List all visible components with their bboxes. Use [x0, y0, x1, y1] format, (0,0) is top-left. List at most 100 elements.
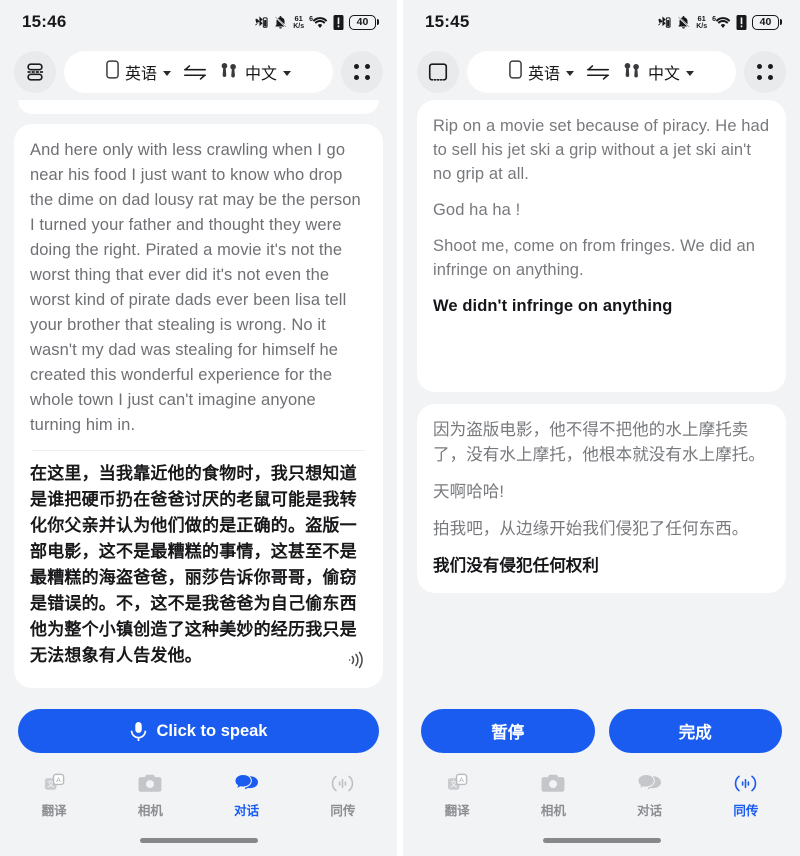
action-bar-right: 暂停 完成: [403, 703, 800, 763]
translation-paragraph: 天啊哈哈!: [433, 483, 505, 501]
target-language-selector[interactable]: 中文: [622, 60, 695, 84]
nav-item-conversation[interactable]: 对话: [602, 771, 698, 819]
status-icon-group: 61 K/s 6 40: [656, 14, 782, 30]
home-indicator-area-left: [0, 825, 397, 856]
earbuds-icon: [219, 61, 239, 83]
interpretation-content-right[interactable]: Rip on a movie set because of piracy. He…: [403, 100, 800, 703]
mute-bell-icon: [273, 15, 288, 30]
battery-level-label: 40: [349, 14, 376, 30]
card-divider: [32, 450, 365, 451]
nav-item-camera[interactable]: 相机: [505, 771, 601, 819]
nav-label-camera: 相机: [137, 804, 163, 818]
transcript-paragraph: Shoot me, come on from fringes. We did a…: [433, 237, 756, 279]
nav-item-translate[interactable]: 文 A 翻译: [6, 771, 102, 819]
nav-label-simultaneous: 同传: [330, 804, 356, 818]
conversation-content-left[interactable]: And here only with less crawling when I …: [0, 100, 397, 703]
translated-transcript-card[interactable]: 因为盗版电影，他不得不把他的水上摩托卖了，没有水上摩托，他根本就没有水上摩托。 …: [417, 404, 786, 593]
split-view-icon[interactable]: [14, 51, 56, 93]
source-transcript-card[interactable]: Rip on a movie set because of piracy. He…: [417, 100, 786, 392]
network-speed-indicator: 61 K/s: [696, 14, 708, 30]
source-language-selector[interactable]: 英语: [106, 60, 171, 84]
click-to-speak-label: Click to speak: [156, 721, 268, 740]
more-options-button[interactable]: [744, 51, 786, 93]
translation-paragraph-active: 我们没有侵犯任何权利: [433, 557, 599, 575]
svg-text:A: A: [56, 777, 61, 784]
battery-level-label: 40: [752, 14, 779, 30]
bluetooth-battery-icon: [656, 15, 671, 30]
translate-icon: 文 A: [446, 771, 469, 795]
nav-label-simultaneous: 同传: [733, 804, 759, 818]
click-to-speak-button[interactable]: Click to speak: [18, 709, 379, 753]
language-selector-bar: 英语 中文: [64, 51, 333, 93]
chevron-down-icon: [163, 70, 171, 76]
sim-signal-icon: [736, 14, 747, 30]
battery-indicator: 40: [349, 14, 379, 30]
nav-item-translate[interactable]: 文 A 翻译: [409, 771, 505, 819]
nav-label-translate: 翻译: [444, 804, 470, 818]
four-dots-icon: [757, 64, 773, 80]
phone-icon: [509, 60, 522, 84]
network-speed-indicator: 61 K/s: [293, 14, 304, 29]
chevron-down-icon: [283, 70, 292, 76]
transcript-paragraph: Rip on a movie set because of piracy. He…: [433, 117, 770, 183]
nav-item-conversation[interactable]: 对话: [199, 771, 295, 819]
status-bar-right: 15:45 61 K/s 6 40: [403, 0, 800, 44]
translation-paragraph: 因为盗版电影，他不得不把他的水上摩托卖了，没有水上摩托，他根本就没有水上摩托。: [433, 421, 765, 464]
four-dots-icon: [354, 64, 370, 80]
transcript-paragraph-active: We didn't infringe on anything: [433, 297, 673, 315]
nav-item-camera[interactable]: 相机: [102, 771, 198, 819]
nav-label-conversation: 对话: [234, 804, 260, 818]
source-language-label: 英语: [124, 66, 157, 83]
battery-nub: [377, 19, 379, 25]
home-indicator-area-right: [403, 825, 800, 856]
target-language-label: 中文: [648, 66, 681, 83]
status-clock: 15:45: [425, 12, 470, 31]
bluetooth-battery-icon: [253, 15, 268, 30]
sim-signal-icon: [333, 14, 344, 30]
fullscreen-view-icon[interactable]: [417, 51, 459, 93]
nav-label-translate: 翻译: [41, 804, 67, 818]
chat-bubbles-icon: [234, 771, 259, 795]
pause-button[interactable]: 暂停: [421, 709, 595, 753]
more-options-button[interactable]: [341, 51, 383, 93]
transcript-paragraph: God ha ha !: [433, 201, 521, 219]
previous-message-peek: [18, 100, 379, 114]
swap-arrows-icon[interactable]: [182, 64, 208, 80]
dual-screenshot-stage: 15:46 61 K/s 6 40 英语 中文 And here only wi…: [0, 0, 800, 856]
status-clock: 15:46: [22, 12, 67, 31]
volume-icon[interactable]: [345, 651, 365, 674]
source-text: And here only with less crawling when I …: [30, 141, 361, 434]
microphone-icon: [130, 721, 147, 742]
source-language-selector[interactable]: 英语: [509, 60, 574, 84]
mute-bell-icon: [676, 15, 691, 30]
wifi-icon: 6: [712, 16, 731, 29]
target-language-selector[interactable]: 中文: [219, 60, 292, 84]
network-speed-unit: K/s: [696, 22, 708, 30]
done-button-label: 完成: [678, 724, 712, 742]
toolbar-right: 英语 中文: [403, 44, 800, 100]
nav-item-simultaneous[interactable]: 同传: [698, 771, 794, 819]
translate-icon: 文 A: [43, 771, 66, 795]
nav-item-simultaneous[interactable]: 同传: [295, 771, 391, 819]
home-indicator[interactable]: [542, 838, 661, 843]
camera-icon: [541, 771, 565, 795]
home-indicator[interactable]: [139, 838, 258, 843]
done-button[interactable]: 完成: [608, 709, 782, 753]
toolbar-left: 英语 中文: [0, 44, 397, 100]
chevron-down-icon: [566, 70, 574, 76]
status-bar-left: 15:46 61 K/s 6 40: [0, 0, 397, 44]
source-language-label: 英语: [527, 66, 560, 83]
battery-nub: [780, 19, 782, 25]
camera-icon: [138, 771, 162, 795]
svg-text:A: A: [459, 777, 464, 784]
action-bar-left: Click to speak: [0, 703, 397, 763]
bottom-nav-left: 文 A 翻译 相机 对话 同传: [0, 763, 397, 825]
pause-button-label: 暂停: [491, 724, 525, 742]
waveform-icon: [331, 771, 354, 795]
translation-paragraph: 拍我吧，从边缘开始我们侵犯了任何东西。: [433, 520, 749, 538]
wifi-icon: 6: [309, 16, 328, 29]
bottom-nav-right: 文 A 翻译 相机 对话 同传: [403, 763, 800, 825]
conversation-card[interactable]: And here only with less crawling when I …: [14, 124, 383, 688]
nav-label-camera: 相机: [540, 804, 566, 818]
swap-arrows-icon[interactable]: [585, 64, 611, 80]
